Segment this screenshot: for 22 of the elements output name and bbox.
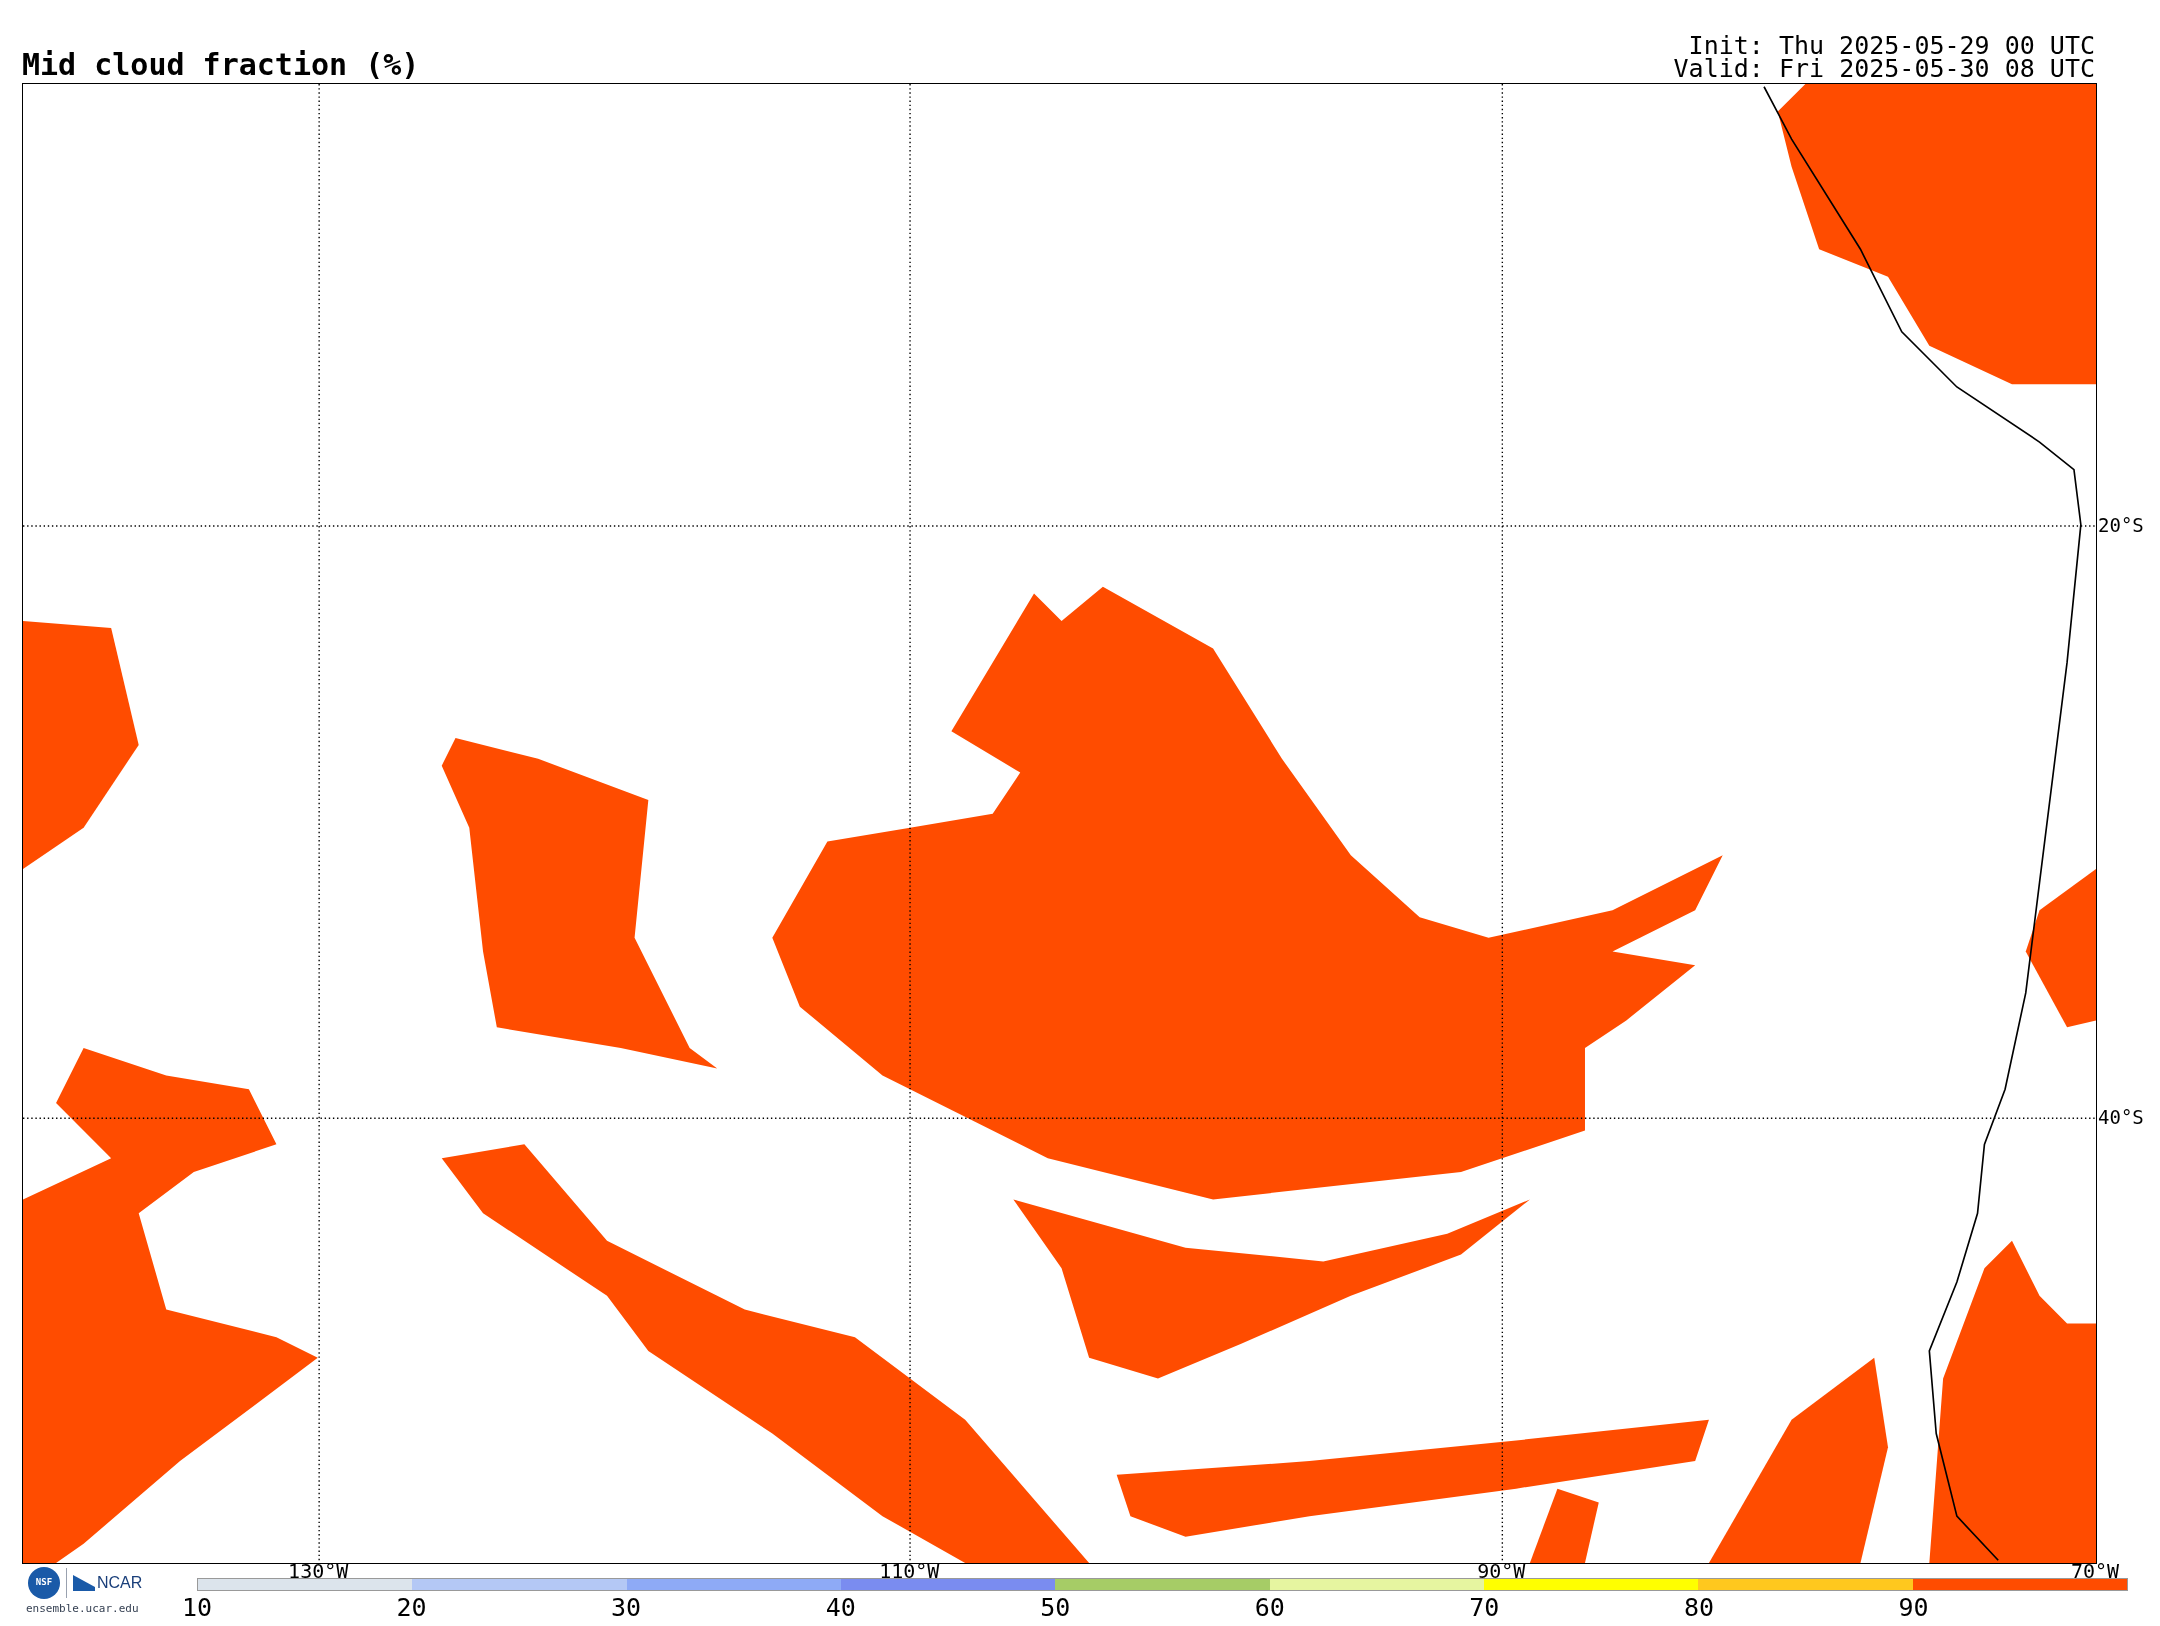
- colorbar-tick-label: 80: [1683, 1595, 1714, 1620]
- init-time: Init: Thu 2025-05-29 00 UTC: [1688, 34, 2095, 57]
- chart-title: Mid cloud fraction (%): [22, 50, 420, 80]
- colorbar-tick-label: 10: [181, 1595, 213, 1620]
- ncar-triangle-icon: [73, 1575, 95, 1591]
- website-url: ensemble.ucar.edu: [26, 1603, 139, 1614]
- colorbar-tick-label: 70: [1469, 1595, 1500, 1620]
- longitude-label: 70°W: [2070, 1561, 2120, 1581]
- nsf-logo: NSF: [28, 1567, 60, 1599]
- longitude-label: 130°W: [288, 1561, 349, 1581]
- colorbar-tick-label: 30: [611, 1595, 642, 1620]
- latitude-label: 40°S: [2098, 1107, 2144, 1127]
- colorbar-tick-label: 90: [1898, 1595, 1929, 1620]
- ncar-logo-text: NCAR: [97, 1575, 143, 1591]
- longitude-label: 110°W: [879, 1561, 940, 1581]
- latitude-label: 20°S: [2098, 515, 2144, 535]
- colorbar-tick-label: 40: [825, 1595, 856, 1620]
- valid-time: Valid: Fri 2025-05-30 08 UTC: [1673, 57, 2095, 80]
- colorbar-tick-label: 20: [396, 1595, 427, 1620]
- colorbar-tick-label: 50: [1040, 1595, 1071, 1620]
- colorbar-tick-label: 60: [1254, 1595, 1285, 1620]
- longitude-label: 90°W: [1477, 1561, 1526, 1581]
